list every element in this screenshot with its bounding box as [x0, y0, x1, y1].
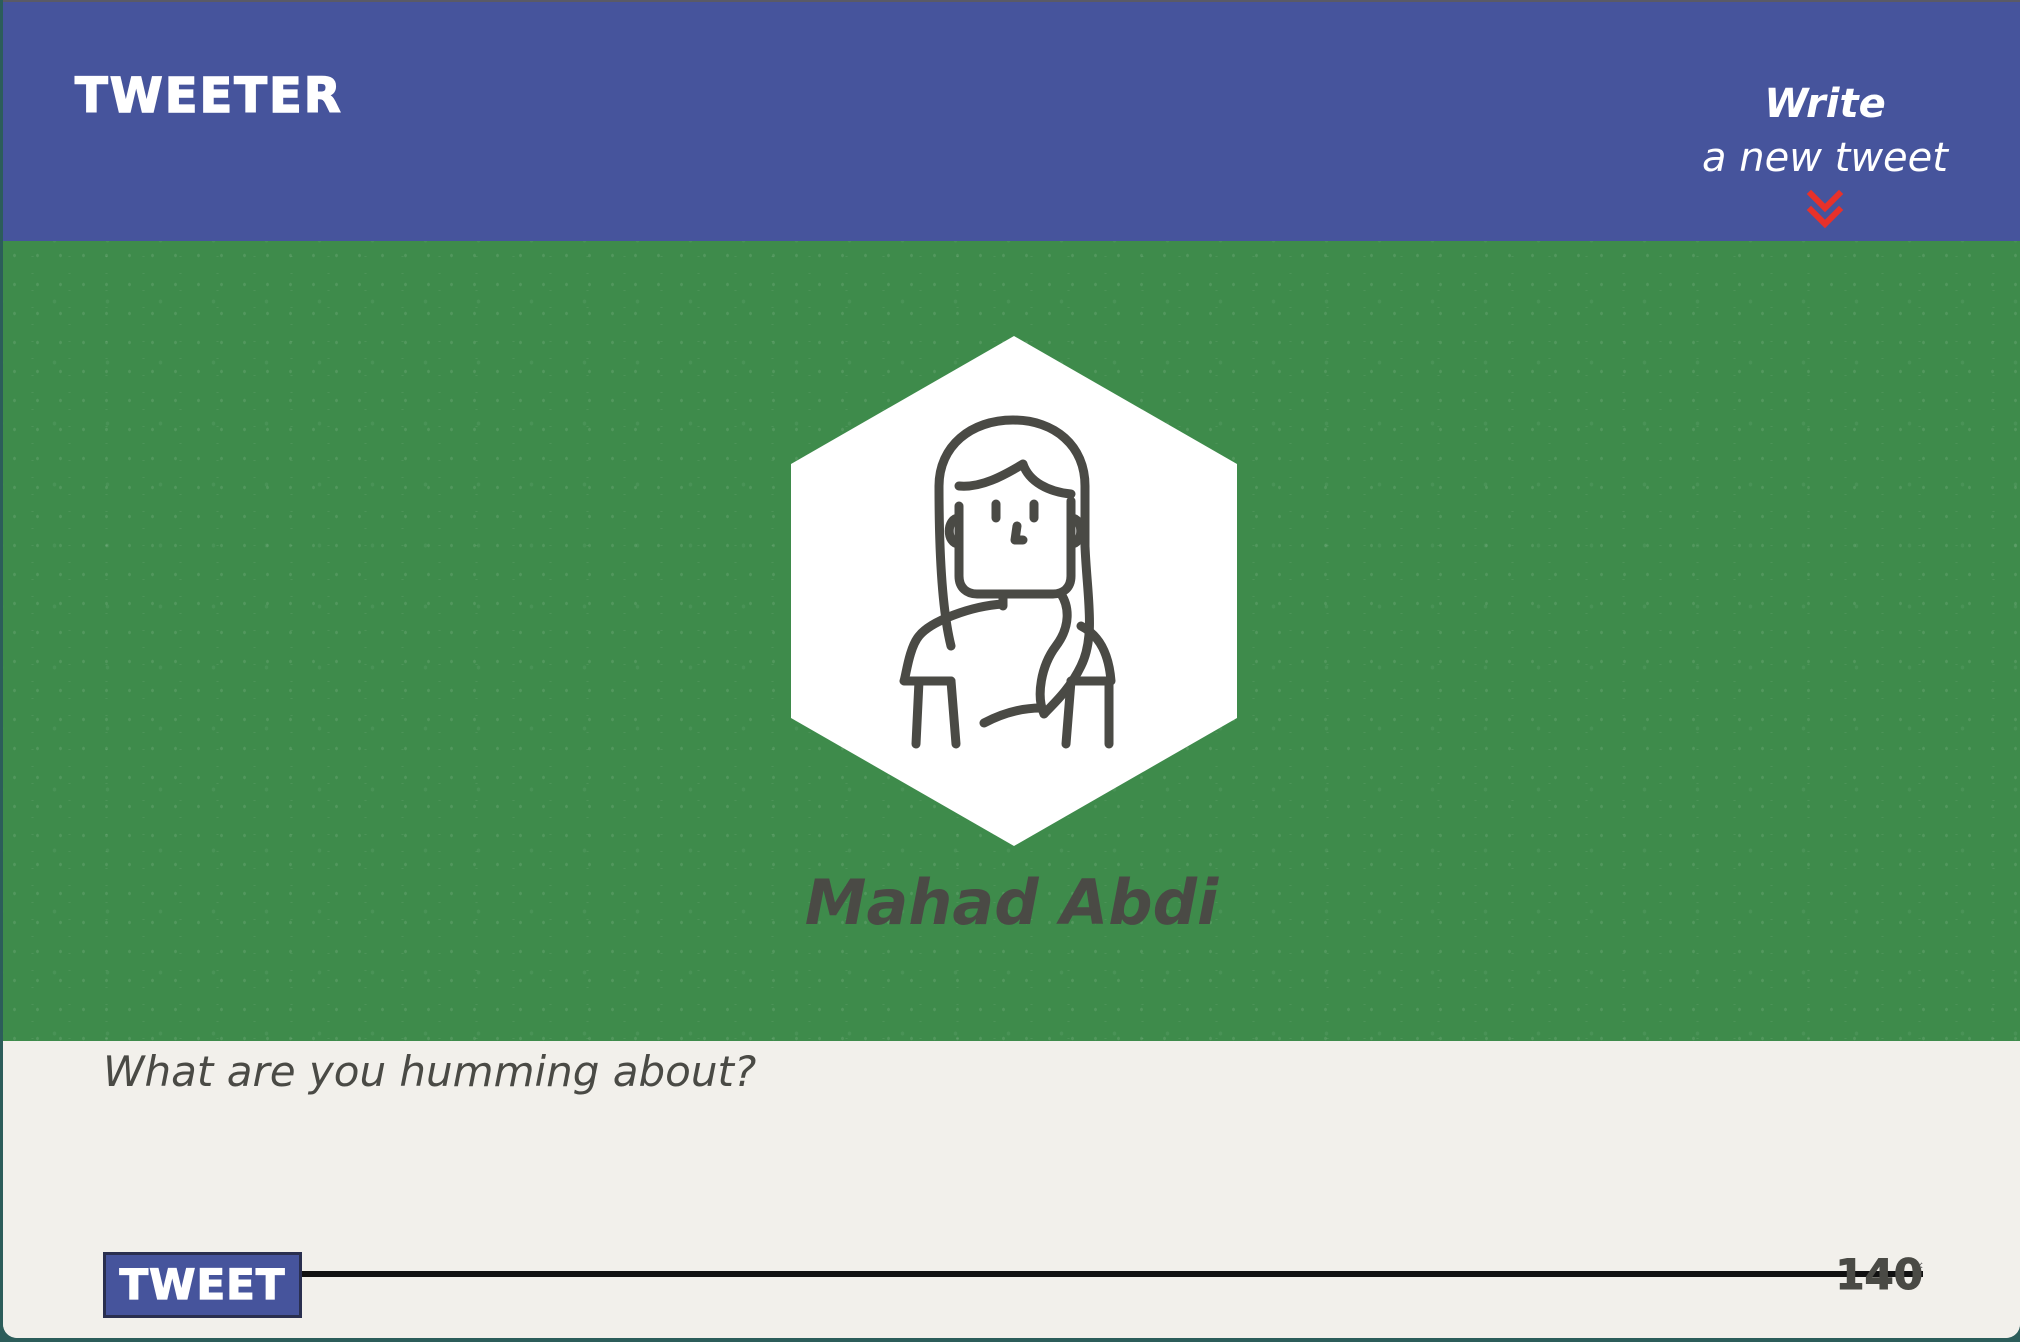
navbar: TWEETER Write a new tweet [3, 0, 2020, 241]
woman-avatar-icon [791, 336, 1237, 846]
profile-header: Mahad Abdi [3, 241, 2020, 1041]
double-chevron-down-icon[interactable] [1805, 188, 1845, 232]
new-tweet-label: a new tweet [1702, 135, 1948, 181]
write-label: Write [1764, 81, 1886, 127]
tweet-textarea[interactable] [103, 1047, 1923, 1277]
app-container: TWEETER Write a new tweet Mahad Abdi Wha… [3, 0, 2020, 1338]
brand-logo[interactable]: TWEETER [74, 71, 343, 121]
tweet-button[interactable]: TWEET [103, 1252, 302, 1318]
profile-name: Mahad Abdi [804, 866, 1219, 939]
tweet-composer [3, 1041, 2020, 1338]
character-counter: 140 [1835, 1250, 1924, 1299]
write-new-tweet-toggle[interactable]: Write a new tweet [1695, 78, 1955, 232]
